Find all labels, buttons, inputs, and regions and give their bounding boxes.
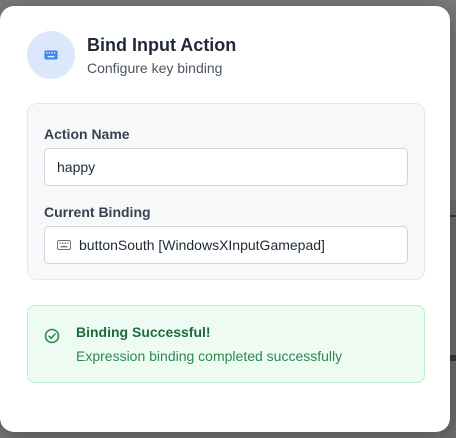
current-binding-label: Current Binding (44, 204, 151, 220)
keyboard-icon (27, 31, 75, 79)
action-name-input[interactable] (45, 159, 407, 175)
status-message: Expression binding completed successfull… (76, 348, 343, 364)
dialog-title: Bind Input Action (87, 35, 237, 55)
binding-form: Action Name Current Binding buttonSouth … (27, 103, 425, 280)
dialog-subtitle: Configure key binding (87, 60, 223, 76)
dialog-header: Bind Input Action Configure key binding (27, 31, 236, 79)
action-name-field-wrapper (44, 148, 408, 186)
current-binding-value: buttonSouth [WindowsXInputGamepad] (79, 237, 325, 253)
keyboard-icon (57, 240, 71, 250)
check-circle-icon (44, 328, 60, 349)
current-binding-field[interactable]: buttonSouth [WindowsXInputGamepad] (44, 226, 408, 264)
bind-input-dialog: Bind Input Action Configure key binding … (0, 6, 450, 432)
status-banner: Binding Successful! Expression binding c… (27, 305, 425, 383)
action-name-label: Action Name (44, 126, 130, 142)
status-title: Binding Successful! (76, 324, 211, 340)
